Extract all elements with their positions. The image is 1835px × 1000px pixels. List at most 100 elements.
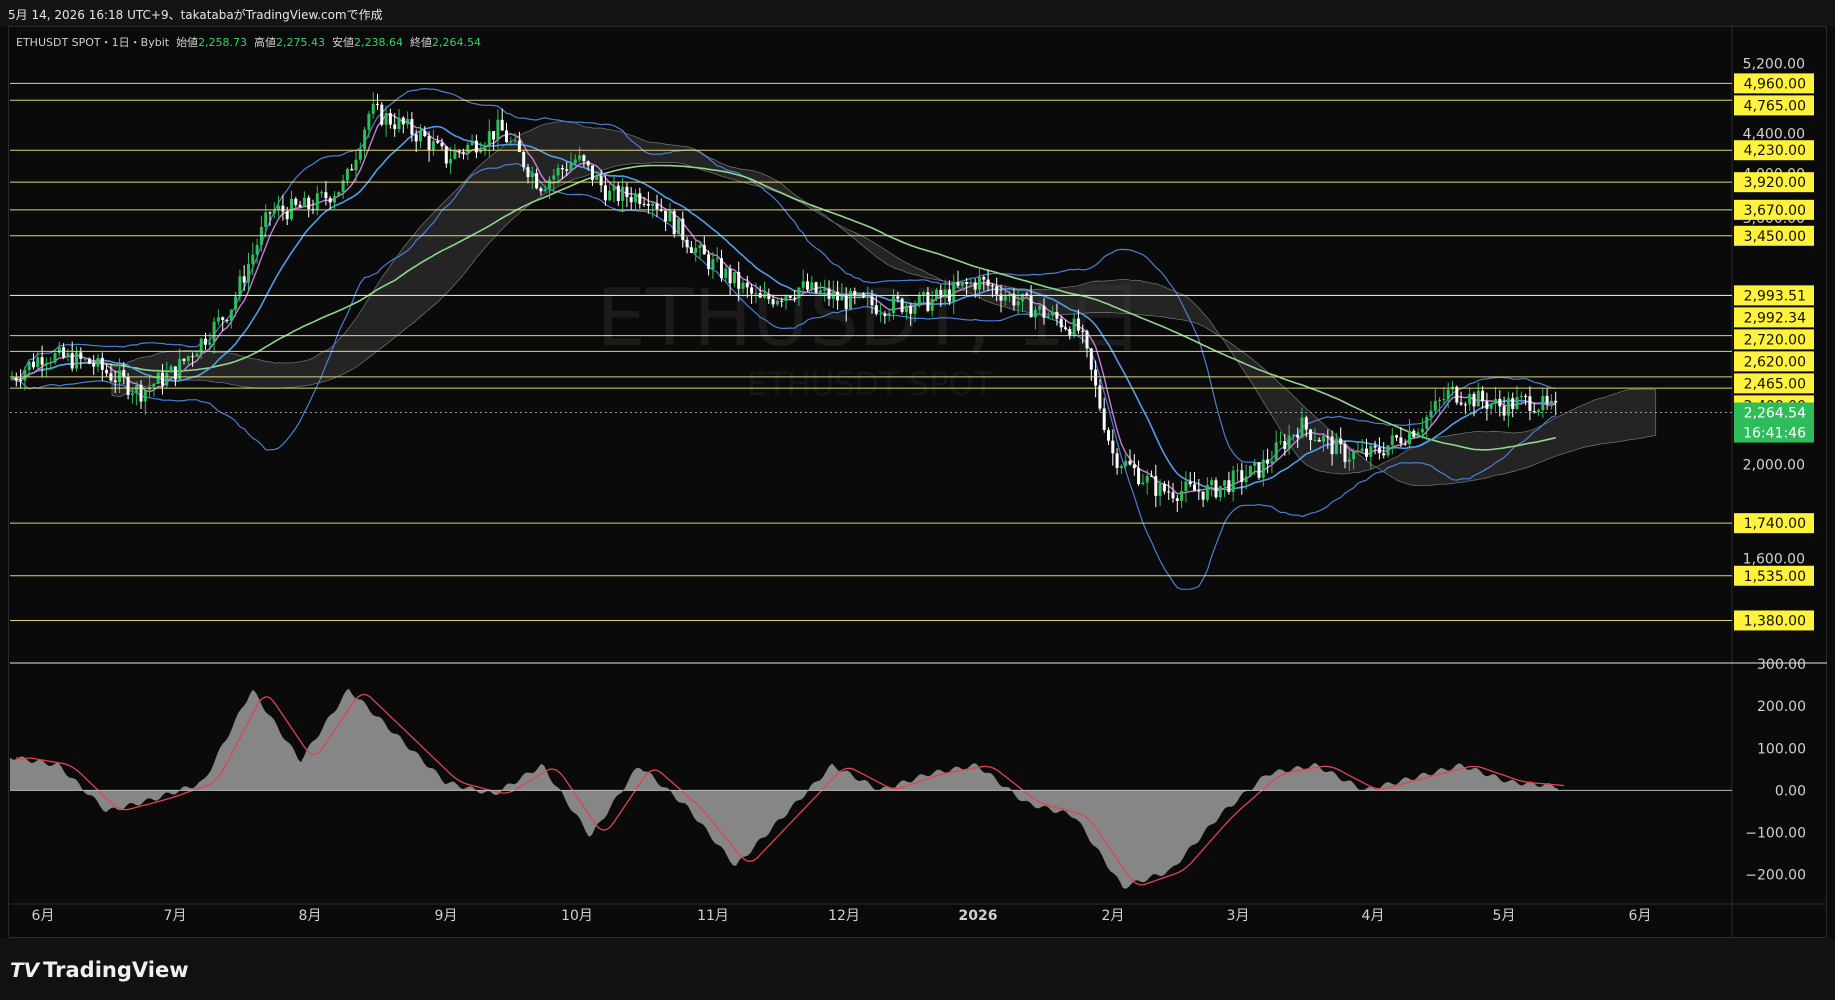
candle-body: [320, 192, 324, 194]
candle-body: [646, 203, 650, 206]
x-tick-label: 7月: [164, 908, 187, 924]
candle-body: [900, 298, 904, 312]
candle-body: [130, 393, 134, 395]
candle-body: [1511, 398, 1515, 410]
candle-body: [1524, 395, 1528, 397]
candle-body: [1352, 451, 1356, 460]
candle-body: [741, 282, 745, 289]
candle-body: [526, 167, 530, 178]
candle-body: [62, 347, 66, 358]
candle-body: [1051, 311, 1055, 316]
candle-body: [866, 296, 870, 298]
candle-body: [315, 193, 319, 211]
candle-body: [578, 155, 582, 160]
candle-body: [1270, 460, 1274, 464]
legend-high-value: 2,275.43: [276, 36, 326, 49]
candle-body: [1472, 393, 1476, 407]
candle-body: [1175, 498, 1179, 501]
candle-body: [1210, 480, 1214, 486]
candle-body: [539, 188, 543, 192]
candle-body: [1227, 480, 1231, 493]
candle-body: [83, 358, 87, 360]
candle-body: [797, 287, 801, 299]
candle-body: [1287, 435, 1291, 449]
candle-body: [105, 369, 109, 374]
candle-body: [1468, 393, 1472, 405]
candle-body: [1343, 444, 1347, 462]
x-tick-label: 6月: [1629, 908, 1652, 924]
candle-body: [612, 185, 616, 191]
candle-body: [677, 218, 680, 235]
candle-body: [384, 113, 388, 125]
candle-body: [1489, 403, 1493, 409]
candle-body: [1481, 390, 1485, 402]
candle-body: [358, 149, 362, 160]
level-price-text: 1,535.00: [1744, 569, 1806, 585]
candle-body: [1438, 399, 1442, 401]
candle-body: [573, 159, 577, 164]
candle-body: [1076, 318, 1080, 331]
candle-body: [376, 103, 379, 105]
candle-body: [186, 356, 190, 361]
candle-body: [655, 203, 659, 210]
candle-body: [1274, 442, 1278, 461]
level-price-text: 3,670.00: [1744, 203, 1806, 219]
candle-body: [350, 168, 354, 171]
candle-body: [1476, 390, 1480, 407]
legend-open-label: 始値: [176, 36, 199, 49]
candle-body: [1193, 484, 1196, 491]
candle-body: [367, 113, 371, 130]
candle-body: [143, 389, 147, 402]
candle-body: [1330, 436, 1334, 455]
candle-body: [874, 305, 878, 314]
candle-body: [1119, 466, 1123, 468]
x-tick-label: 6月: [32, 908, 55, 924]
price-chart[interactable]: ETHUSDT, 1日ETHUSDT SPOT6月 7月 8月 9月 10月 11月 12月…: [0, 0, 1835, 1000]
candle-body: [978, 277, 981, 290]
x-tick-label: 12月: [828, 908, 860, 924]
candle-body: [1339, 438, 1343, 445]
candle-body: [883, 313, 887, 316]
candle-body: [414, 134, 418, 142]
candle-body: [1162, 483, 1166, 492]
brand-name: TradingView: [43, 958, 189, 982]
tradingview-logo[interactable]: 𝙏𝙑 TradingView: [10, 958, 189, 982]
candle-body: [388, 113, 392, 125]
x-tick-label: 10月: [561, 908, 593, 924]
candle-body: [27, 361, 31, 371]
candle-body: [1038, 305, 1042, 310]
candle-body: [771, 299, 775, 305]
candle-body: [638, 193, 642, 204]
candle-body: [1244, 476, 1248, 483]
candle-body: [10, 378, 14, 380]
ohlc-legend: ETHUSDT SPOT・1日・Bybit 始値2,258.73 高値2,275…: [16, 34, 481, 50]
candle-body: [324, 192, 328, 199]
candle-body: [165, 372, 169, 386]
macd-tick-label: 200.00: [1757, 699, 1806, 715]
candle-body: [1072, 318, 1076, 337]
candle-body: [1042, 305, 1046, 318]
candle-body: [410, 118, 414, 135]
candle-body: [1494, 398, 1497, 404]
candle-body: [823, 288, 827, 291]
legend-open-value: 2,258.73: [198, 36, 248, 49]
candle-body: [371, 103, 375, 114]
candle-body: [1395, 435, 1399, 438]
candle-body: [1223, 480, 1227, 486]
candle-body: [294, 198, 298, 205]
candle-body: [49, 362, 53, 364]
candle-body: [904, 305, 908, 312]
macd-tick-label: 300.00: [1757, 657, 1806, 673]
candle-body: [698, 245, 702, 249]
candle-body: [720, 258, 723, 279]
candle-body: [328, 198, 332, 203]
candle-body: [960, 282, 964, 286]
level-price-text: 1,380.00: [1744, 613, 1806, 629]
candle-body: [178, 358, 182, 380]
candle-body: [1300, 417, 1304, 438]
candle-body: [1519, 395, 1523, 398]
candle-body: [1541, 395, 1545, 411]
candle-body: [1537, 410, 1540, 413]
candle-body: [651, 203, 655, 206]
level-price-text: 4,230.00: [1744, 143, 1806, 159]
